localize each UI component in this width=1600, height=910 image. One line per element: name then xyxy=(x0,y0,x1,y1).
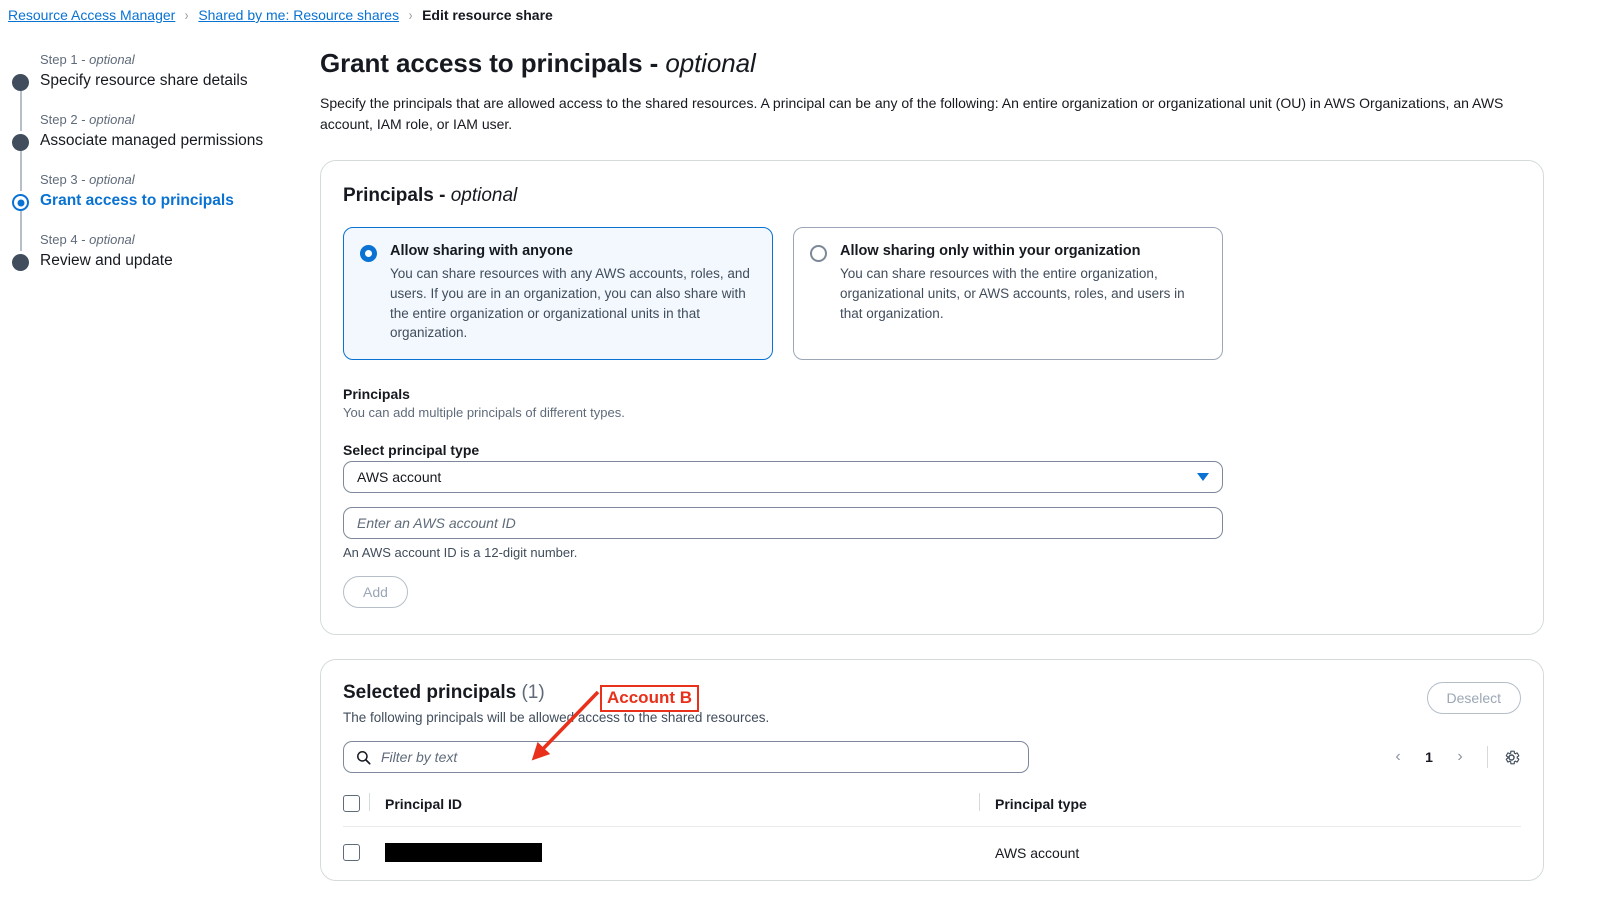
row-checkbox[interactable] xyxy=(343,844,360,862)
step-1-title[interactable]: Specify resource share details xyxy=(40,71,310,90)
aws-account-id-input[interactable]: Enter an AWS account ID xyxy=(343,507,1223,540)
table-header-principal-type[interactable]: Principal type xyxy=(979,791,1521,828)
wizard-steps: Step 1 - optional Specify resource share… xyxy=(0,52,310,272)
column-divider xyxy=(979,793,980,812)
column-label-principal-type: Principal type xyxy=(995,795,1087,812)
aws-account-id-note: An AWS account ID is a 12-digit number. xyxy=(343,545,578,561)
step-3-title[interactable]: Grant access to principals xyxy=(40,191,310,210)
pagination-page-1[interactable]: 1 xyxy=(1417,749,1441,765)
table-toolbar: Filter by text ‹ 1 › xyxy=(343,741,1521,774)
selected-principals-table: Principal ID Principal type AWS account xyxy=(343,791,1521,880)
table-header-principal-id[interactable]: Principal ID xyxy=(369,791,995,828)
step-4-label: Step 4 - optional xyxy=(40,232,135,247)
wizard-sidebar: Step 1 - optional Specify resource share… xyxy=(0,26,310,905)
page-title: Grant access to principals - optional xyxy=(320,48,756,78)
table-row[interactable]: AWS account xyxy=(343,827,1521,881)
step-2-label: Step 2 - optional xyxy=(40,112,135,127)
breadcrumb-separator-icon: › xyxy=(408,6,413,24)
sharing-scope-radio-group: Allow sharing with anyone You can share … xyxy=(343,227,1521,361)
chevron-down-icon xyxy=(1197,473,1209,482)
redacted-principal-id xyxy=(385,843,542,863)
cell-principal-type: AWS account xyxy=(995,844,1080,861)
breadcrumb-separator-icon: › xyxy=(185,6,189,24)
step-3-label: Step 3 - optional xyxy=(40,172,135,187)
row-select-cell xyxy=(343,827,385,881)
wizard-step-1[interactable]: Step 1 - optional Specify resource share… xyxy=(12,52,310,131)
page-body: Step 1 - optional Specify resource share… xyxy=(0,26,1600,905)
step-dot-icon xyxy=(12,254,29,271)
table-header: Principal ID Principal type xyxy=(343,791,1521,828)
column-label-principal-id: Principal ID xyxy=(385,795,463,812)
radio-option-description: You can share resources with the entire … xyxy=(840,266,1185,321)
principals-card: Principals - optional Allow sharing with… xyxy=(320,160,1544,636)
breadcrumb-item-resource-access-manager[interactable]: Resource Access Manager xyxy=(8,7,175,23)
radio-unselected-icon[interactable] xyxy=(810,245,827,263)
breadcrumb-item-current: Edit resource share xyxy=(422,7,553,23)
filter-input[interactable]: Filter by text xyxy=(343,741,1029,774)
select-principal-type-label: Select principal type xyxy=(343,442,480,459)
add-principal-button[interactable]: Add xyxy=(343,576,408,609)
pagination-previous-button[interactable]: ‹ xyxy=(1385,744,1411,770)
filter-input-placeholder: Filter by text xyxy=(381,749,458,766)
breadcrumb: Resource Access Manager › Shared by me: … xyxy=(0,0,1600,26)
step-1-label: Step 1 - optional xyxy=(40,52,135,67)
page-description: Specify the principals that are allowed … xyxy=(320,95,1504,132)
select-all-checkbox[interactable] xyxy=(343,795,360,813)
main-content: Grant access to principals - optional Sp… xyxy=(310,26,1600,905)
wizard-step-3[interactable]: Step 3 - optional Grant access to princi… xyxy=(12,172,310,251)
radio-option-heading: Allow sharing only within your organizat… xyxy=(840,243,1141,260)
table-header-row: Principal ID Principal type xyxy=(343,791,1521,828)
table-header-select-all xyxy=(343,791,385,828)
wizard-step-2[interactable]: Step 2 - optional Associate managed perm… xyxy=(12,112,310,191)
deselect-button[interactable]: Deselect xyxy=(1426,682,1521,715)
selected-principals-title: Selected principals (1) xyxy=(343,682,545,704)
table-body: AWS account xyxy=(343,827,1521,881)
step-dot-icon xyxy=(12,134,29,151)
column-divider xyxy=(369,793,370,812)
selected-principals-description: The following principals will be allowed… xyxy=(343,710,770,726)
table-pagination: ‹ 1 › xyxy=(1385,744,1521,770)
search-icon xyxy=(357,750,371,765)
radio-option-heading: Allow sharing with anyone xyxy=(390,243,573,260)
cell-principal-id xyxy=(385,827,995,881)
principals-card-title: Principals - optional xyxy=(343,185,518,207)
toolbar-divider xyxy=(1487,746,1488,769)
wizard-footer: Cancel Previous Next xyxy=(320,905,1544,910)
wizard-step-4[interactable]: Step 4 - optional Review and update xyxy=(12,232,310,272)
radio-option-allow-sharing-within-organization[interactable]: Allow sharing only within your organizat… xyxy=(793,227,1223,361)
step-4-title[interactable]: Review and update xyxy=(40,251,310,270)
selected-principals-header: Selected principals (1) The following pr… xyxy=(343,682,1521,741)
principal-type-select-value: AWS account xyxy=(357,469,442,486)
principal-type-select[interactable]: AWS account xyxy=(343,461,1223,494)
principals-section-label: Principals xyxy=(343,386,410,403)
step-dot-active-icon xyxy=(12,194,29,211)
radio-option-allow-sharing-with-anyone[interactable]: Allow sharing with anyone You can share … xyxy=(343,227,773,361)
principals-section-hint: You can add multiple principals of diffe… xyxy=(343,405,625,421)
step-2-title[interactable]: Associate managed permissions xyxy=(40,131,310,150)
radio-option-description: You can share resources with any AWS acc… xyxy=(390,266,750,341)
gear-icon[interactable] xyxy=(1502,748,1521,767)
selected-principals-card: Selected principals (1) The following pr… xyxy=(320,659,1544,882)
pagination-next-button[interactable]: › xyxy=(1447,744,1473,770)
step-dot-icon xyxy=(12,74,29,91)
breadcrumb-item-shared-by-me[interactable]: Shared by me: Resource shares xyxy=(198,7,399,23)
radio-selected-icon[interactable] xyxy=(360,245,377,263)
